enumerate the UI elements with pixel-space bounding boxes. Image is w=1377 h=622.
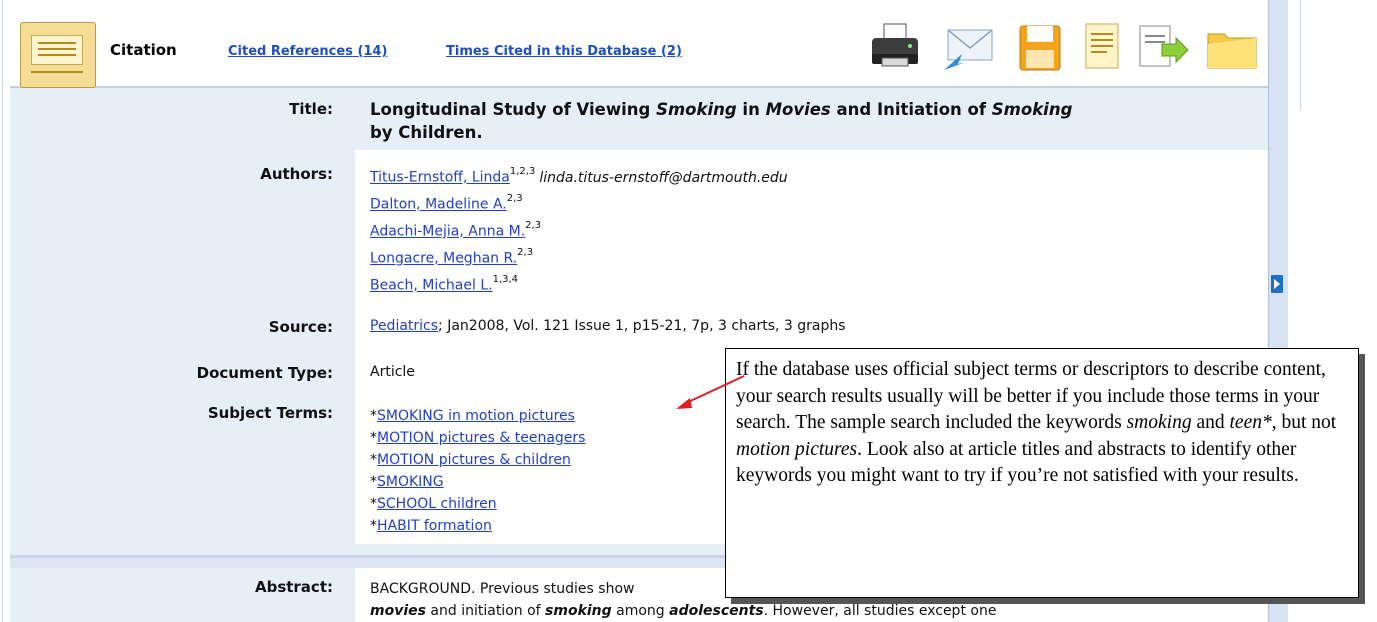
- cite-icon[interactable]: [1074, 20, 1130, 76]
- annotation-callout: If the database uses official subject te…: [725, 348, 1359, 598]
- subject-term-link[interactable]: SMOKING: [377, 474, 444, 490]
- abstract-label: Abstract:: [254, 578, 333, 596]
- chevron-right-icon: [1274, 279, 1280, 289]
- page-frame: Citation Cited References (14) Times Cit…: [0, 0, 1377, 622]
- callout-text: If the database uses official subject te…: [736, 359, 1337, 486]
- author-affiliation: 1,2,3: [509, 166, 536, 177]
- author-email: linda.titus-ernstoff@dartmouth.edu: [539, 169, 788, 186]
- cited-references-link[interactable]: Cited References (14): [228, 44, 387, 59]
- citation-tab-label[interactable]: Citation: [110, 41, 177, 59]
- subject-term: *HABIT formation: [370, 518, 492, 534]
- authors-label: Authors:: [260, 165, 333, 183]
- right-edge-line: [1300, 0, 1301, 110]
- subject-term-link[interactable]: MOTION pictures & teenagers: [377, 430, 585, 446]
- record-toolbar: Citation Cited References (14) Times Cit…: [10, 8, 1268, 88]
- folder-icon[interactable]: [1204, 20, 1260, 76]
- subject-term-link[interactable]: SCHOOL children: [377, 496, 497, 512]
- subject-term: *SMOKING: [370, 474, 444, 490]
- author-item: Longacre, Meghan R.2,3: [370, 247, 534, 267]
- author-item: Beach, Michael L.1,3,4: [370, 274, 519, 294]
- author-item: Titus-Ernstoff, Linda1,2,3 linda.titus-er…: [370, 166, 788, 186]
- source-details: ; Jan2008, Vol. 121 Issue 1, p15-21, 7p,…: [438, 318, 846, 334]
- document-type-label: Document Type:: [196, 364, 333, 382]
- title-label: Title:: [289, 100, 333, 118]
- cited-references-label[interactable]: Cited References: [228, 44, 353, 59]
- subject-term-link[interactable]: HABIT formation: [377, 518, 492, 534]
- author-link[interactable]: Dalton, Madeline A.: [370, 197, 507, 213]
- subject-term: *SCHOOL children: [370, 496, 497, 512]
- author-link[interactable]: Longacre, Meghan R.: [370, 251, 517, 267]
- author-affiliation: 1,3,4: [492, 274, 519, 285]
- author-item: Dalton, Madeline A.2,3: [370, 193, 523, 213]
- record-title: Longitudinal Study of Viewing Smoking in…: [370, 100, 1073, 142]
- author-item: Adachi-Mejia, Anna M.2,3: [370, 220, 542, 240]
- document-type-value: Article: [370, 364, 415, 380]
- left-border-line: [2, 0, 3, 622]
- subject-term: *MOTION pictures & teenagers: [370, 430, 586, 446]
- times-cited-link[interactable]: Times Cited in this Database (2): [446, 44, 682, 59]
- save-icon[interactable]: [1012, 20, 1068, 76]
- author-link[interactable]: Titus-Ernstoff, Linda: [370, 170, 510, 186]
- author-link[interactable]: Beach, Michael L.: [370, 278, 493, 294]
- subject-term-link[interactable]: SMOKING in motion pictures: [377, 408, 575, 424]
- subject-terms-label: Subject Terms:: [207, 404, 333, 422]
- subject-term: *MOTION pictures & children: [370, 452, 571, 468]
- email-icon[interactable]: [940, 20, 996, 76]
- expand-panel-toggle[interactable]: [1271, 275, 1283, 293]
- times-cited-label[interactable]: Times Cited in this Database: [446, 44, 656, 59]
- author-affiliation: 2,3: [525, 220, 542, 231]
- print-icon[interactable]: [868, 20, 924, 76]
- subject-term: *SMOKING in motion pictures: [370, 408, 575, 424]
- author-link[interactable]: Adachi-Mejia, Anna M.: [370, 224, 525, 240]
- source-label: Source:: [268, 318, 333, 336]
- source-value: Pediatrics; Jan2008, Vol. 121 Issue 1, p…: [370, 318, 846, 334]
- citation-icon[interactable]: [20, 22, 96, 88]
- cited-references-count[interactable]: (14): [357, 44, 387, 59]
- export-icon[interactable]: [1134, 20, 1190, 76]
- author-affiliation: 2,3: [506, 193, 523, 204]
- subject-term-link[interactable]: MOTION pictures & children: [377, 452, 571, 468]
- journal-link[interactable]: Pediatrics: [370, 318, 438, 334]
- times-cited-count[interactable]: (2): [661, 44, 682, 59]
- author-affiliation: 2,3: [517, 247, 534, 258]
